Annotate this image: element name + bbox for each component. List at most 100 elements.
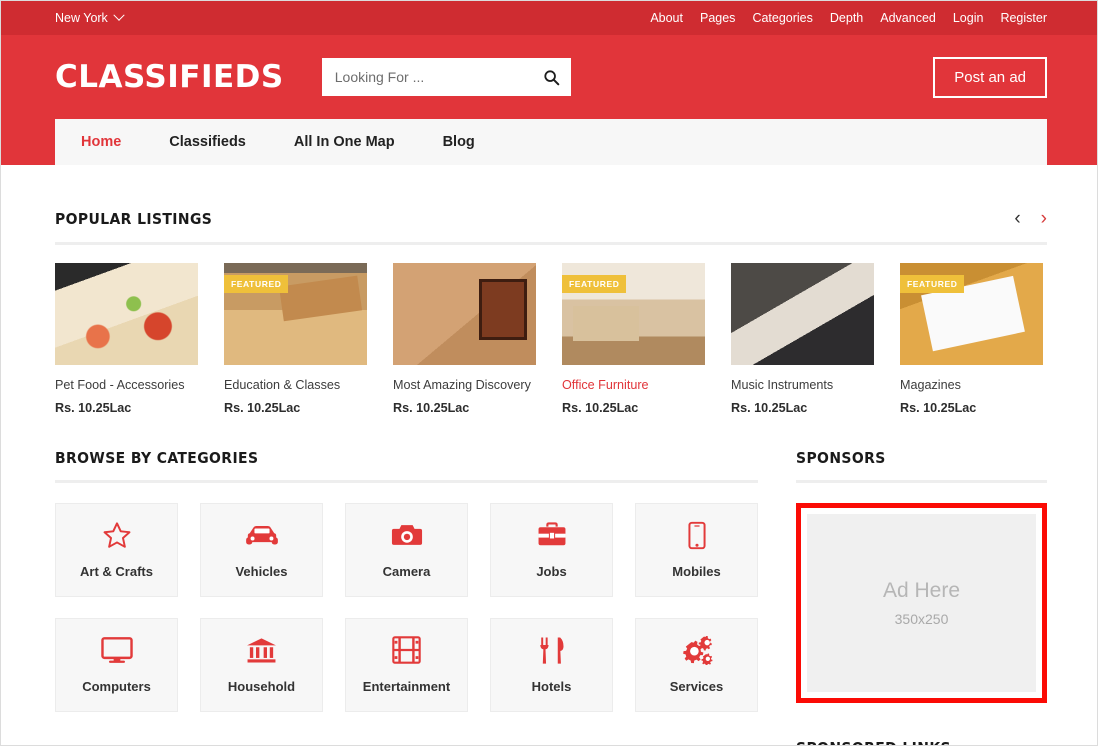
page-root: New York About Pages Categories Depth Ad… (0, 0, 1098, 746)
listing-price: Rs. 10.25Lac (393, 400, 470, 415)
chevron-down-icon (113, 9, 125, 21)
category-label: Household (227, 679, 296, 695)
sponsor-ad-highlight: Ad Here 350x250 (796, 502, 1047, 703)
category-label: Mobiles (672, 564, 721, 580)
category-label: Vehicles (235, 564, 288, 580)
featured-badge: FEATURED (900, 275, 965, 293)
sponsor-ad-placeholder[interactable]: Ad Here 350x250 (807, 513, 1036, 692)
top-nav-item-depth[interactable]: Depth (830, 11, 863, 25)
listing-card[interactable]: Most Amazing Discovery Rs. 10.25Lac (393, 263, 536, 415)
sponsored-links-section: SPONSORED LINKS (796, 739, 1047, 745)
listing-card[interactable]: FEATURED Office Furniture Rs. 10.25Lac (562, 263, 705, 415)
listing-image (393, 263, 536, 365)
listing-title[interactable]: Music Instruments (731, 377, 874, 394)
listing-thumbnail[interactable]: FEATURED (224, 263, 367, 365)
sponsors-column: SPONSORS Ad Here 350x250 SPONSORED LINKS (796, 449, 1047, 745)
lower-columns: BROWSE BY CATEGORIES Art & Crafts Vehicl… (55, 449, 1047, 745)
post-an-ad-button[interactable]: Post an ad (933, 56, 1047, 98)
category-tile-hotels[interactable]: Hotels (490, 617, 613, 712)
listing-image (731, 263, 874, 365)
gears-icon (681, 635, 713, 665)
camera-icon (391, 520, 423, 550)
category-label: Camera (382, 564, 431, 580)
listing-thumbnail[interactable]: FEATURED (562, 263, 705, 365)
sponsors-title: SPONSORS (796, 448, 886, 467)
listing-card[interactable]: Pet Food - Accessories Rs. 10.25Lac (55, 263, 198, 415)
page-content: POPULAR LISTINGS ‹ › Pet Food - Accessor… (1, 165, 1097, 745)
carousel-controls: ‹ › (1014, 209, 1047, 228)
category-label: Jobs (536, 564, 567, 580)
popular-listings-grid: Pet Food - Accessories Rs. 10.25Lac FEAT… (55, 263, 1047, 415)
nav-item-classifieds[interactable]: Classifieds (169, 134, 246, 150)
listing-price: Rs. 10.25Lac (55, 400, 132, 415)
ad-placeholder-size: 350x250 (894, 610, 949, 627)
listing-thumbnail[interactable] (731, 263, 874, 365)
nav-item-all-in-one-map[interactable]: All In One Map (294, 134, 395, 150)
listing-price: Rs. 10.25Lac (731, 400, 808, 415)
search-icon[interactable] (543, 69, 560, 86)
listing-thumbnail[interactable] (55, 263, 198, 365)
category-tile-services[interactable]: Services (635, 617, 758, 712)
bank-columns-icon (246, 635, 277, 665)
popular-listings-header: POPULAR LISTINGS ‹ › (55, 165, 1047, 228)
listing-title[interactable]: Pet Food - Accessories (55, 377, 198, 394)
category-tile-mobiles[interactable]: Mobiles (635, 502, 758, 597)
category-tile-computers[interactable]: Computers (55, 617, 178, 712)
category-tile-entertainment[interactable]: Entertainment (345, 617, 468, 712)
top-nav-item-advanced[interactable]: Advanced (880, 11, 936, 25)
category-tile-vehicles[interactable]: Vehicles (200, 502, 323, 597)
monitor-icon (100, 635, 133, 665)
search-bar (321, 58, 571, 96)
site-logo[interactable]: CLASSIFIEDS (55, 61, 284, 93)
city-selector[interactable]: New York (55, 9, 125, 25)
top-nav-item-register[interactable]: Register (1000, 11, 1047, 25)
film-strip-icon (392, 635, 421, 665)
site-header: CLASSIFIEDS Post an ad (1, 35, 1097, 119)
category-tile-jobs[interactable]: Jobs (490, 502, 613, 597)
fork-knife-icon (539, 635, 565, 665)
nav-item-blog[interactable]: Blog (443, 134, 475, 150)
listing-card[interactable]: FEATURED Education & Classes Rs. 10.25La… (224, 263, 367, 415)
categories-grid: Art & Crafts Vehicles Camera Jobs Mobile… (55, 502, 758, 712)
main-nav-holder: Home Classifieds All In One Map Blog (1, 119, 1097, 165)
categories-title: BROWSE BY CATEGORIES (55, 448, 259, 467)
listing-title[interactable]: Education & Classes (224, 377, 367, 394)
listing-image (55, 263, 198, 365)
categories-column: BROWSE BY CATEGORIES Art & Crafts Vehicl… (55, 449, 758, 745)
featured-badge: FEATURED (562, 275, 627, 293)
nav-item-home[interactable]: Home (81, 134, 121, 150)
category-tile-household[interactable]: Household (200, 617, 323, 712)
category-label: Services (669, 679, 724, 695)
search-input[interactable] (334, 69, 543, 85)
sponsored-links-title: SPONSORED LINKS (796, 739, 1047, 745)
top-utility-bar: New York About Pages Categories Depth Ad… (1, 1, 1097, 35)
top-nav-item-pages[interactable]: Pages (700, 11, 735, 25)
listing-title[interactable]: Office Furniture (562, 377, 705, 394)
briefcase-icon (537, 520, 567, 550)
listing-card[interactable]: Music Instruments Rs. 10.25Lac (731, 263, 874, 415)
listing-thumbnail[interactable] (393, 263, 536, 365)
listing-thumbnail[interactable]: FEATURED (900, 263, 1043, 365)
top-nav-item-categories[interactable]: Categories (752, 11, 812, 25)
popular-listings-title: POPULAR LISTINGS (55, 210, 213, 228)
listing-price: Rs. 10.25Lac (224, 400, 301, 415)
sponsors-header: SPONSORS (796, 449, 1047, 467)
featured-badge: FEATURED (224, 275, 289, 293)
categories-header: BROWSE BY CATEGORIES (55, 449, 758, 467)
city-selector-label: New York (55, 11, 108, 25)
main-nav: Home Classifieds All In One Map Blog (55, 119, 1047, 165)
carousel-prev-icon[interactable]: ‹ (1014, 209, 1020, 228)
category-tile-art-crafts[interactable]: Art & Crafts (55, 502, 178, 597)
top-nav-item-login[interactable]: Login (953, 11, 984, 25)
listing-title[interactable]: Most Amazing Discovery (393, 377, 536, 394)
popular-listings-divider (55, 242, 1047, 245)
top-nav-item-about[interactable]: About (650, 11, 683, 25)
category-tile-camera[interactable]: Camera (345, 502, 468, 597)
category-label: Entertainment (362, 679, 451, 695)
mobile-phone-icon (687, 520, 706, 550)
car-icon (245, 520, 279, 550)
carousel-next-icon[interactable]: › (1041, 209, 1047, 228)
listing-title[interactable]: Magazines (900, 377, 1043, 394)
listing-price: Rs. 10.25Lac (900, 400, 977, 415)
listing-card[interactable]: FEATURED Magazines Rs. 10.25Lac (900, 263, 1043, 415)
